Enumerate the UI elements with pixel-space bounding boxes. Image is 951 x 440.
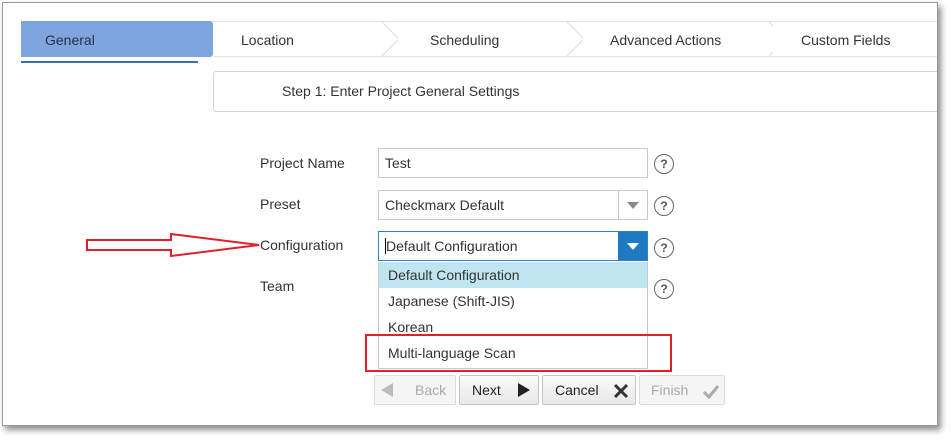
- step-advanced-actions-label: Advanced Actions: [610, 32, 722, 48]
- annotation-arrow-icon: [86, 232, 260, 258]
- next-button-label: Next: [472, 382, 501, 398]
- step-header-text: Step 1: Enter Project General Settings: [282, 83, 520, 99]
- checkmark-icon: [702, 385, 720, 399]
- step-advanced-actions[interactable]: Advanced Actions: [583, 21, 773, 57]
- preset-help-icon[interactable]: ?: [654, 196, 674, 216]
- project-name-value: Test: [385, 155, 411, 171]
- chevron-down-icon: [627, 201, 639, 209]
- configuration-help-icon[interactable]: ?: [654, 238, 674, 258]
- annotation-highlight-box: [365, 334, 672, 372]
- option-japanese-shift-jis[interactable]: Japanese (Shift-JIS): [379, 288, 647, 314]
- configuration-label: Configuration: [260, 237, 344, 253]
- step-header: Step 1: Enter Project General Settings: [213, 71, 937, 112]
- project-name-help-icon[interactable]: ?: [654, 154, 674, 174]
- step-location[interactable]: Location: [213, 21, 398, 57]
- preset-dropdown-button[interactable]: [618, 191, 647, 219]
- step-general[interactable]: General: [21, 21, 211, 57]
- next-button[interactable]: Next: [459, 375, 539, 405]
- text-caret: [385, 238, 386, 254]
- option-default-configuration[interactable]: Default Configuration: [379, 262, 647, 288]
- cancel-button-label: Cancel: [555, 382, 599, 398]
- step-scheduling-label: Scheduling: [430, 32, 500, 48]
- team-label: Team: [260, 278, 295, 294]
- cancel-button[interactable]: Cancel: [542, 375, 636, 405]
- arrow-left-icon: [381, 383, 393, 397]
- arrow-right-icon: [518, 383, 530, 397]
- step-scheduling[interactable]: Scheduling: [398, 21, 583, 57]
- finish-button[interactable]: Finish: [639, 375, 725, 405]
- configuration-select[interactable]: Default Configuration: [378, 231, 648, 261]
- configuration-value: Default Configuration: [386, 238, 518, 254]
- back-button-label: Back: [415, 382, 447, 398]
- finish-button-label: Finish: [651, 382, 689, 398]
- step-location-label: Location: [241, 32, 294, 48]
- project-name-input[interactable]: Test: [378, 148, 648, 178]
- preset-value: Checkmarx Default: [385, 197, 505, 213]
- wizard-steps: General Location Scheduling Advanced Act…: [21, 21, 937, 59]
- back-button[interactable]: Back: [374, 375, 456, 405]
- close-icon: [613, 383, 629, 399]
- preset-select[interactable]: Checkmarx Default: [378, 190, 648, 220]
- step-custom-fields[interactable]: Custom Fields: [773, 21, 937, 57]
- wizard-window: General Location Scheduling Advanced Act…: [2, 2, 938, 426]
- preset-label: Preset: [260, 196, 301, 212]
- step-general-label: General: [45, 32, 95, 48]
- team-help-icon[interactable]: ?: [654, 279, 674, 299]
- chevron-down-icon: [627, 242, 639, 250]
- active-step-underline: [21, 61, 198, 63]
- step-custom-fields-label: Custom Fields: [801, 32, 891, 48]
- configuration-dropdown-button[interactable]: [618, 232, 647, 260]
- project-name-label: Project Name: [260, 155, 345, 171]
